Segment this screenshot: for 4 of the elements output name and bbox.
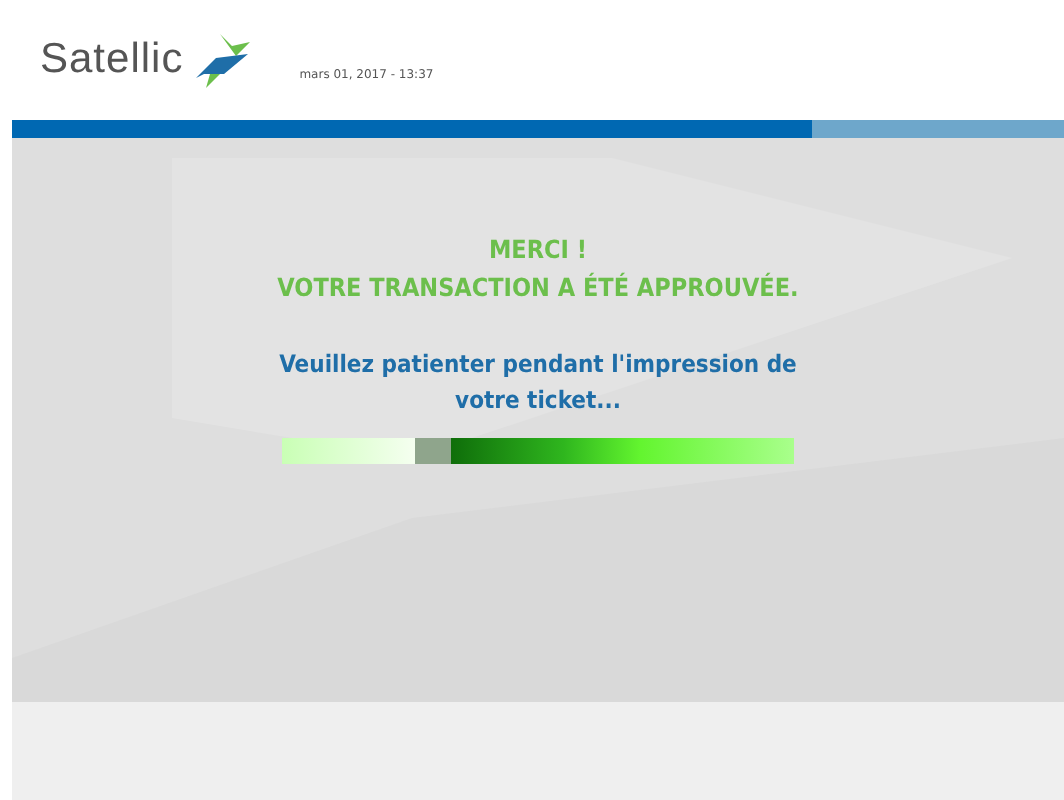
logo-text: Satellic (40, 34, 184, 87)
confirmation-title: MERCI ! (486, 232, 589, 268)
confirmation-title: VOTRE TRANSACTION A ÉTÉ APPROUVÉE. (275, 270, 801, 306)
instruction-text: Veuillez patienter pendant l'impression de votre ticket... (278, 348, 798, 418)
